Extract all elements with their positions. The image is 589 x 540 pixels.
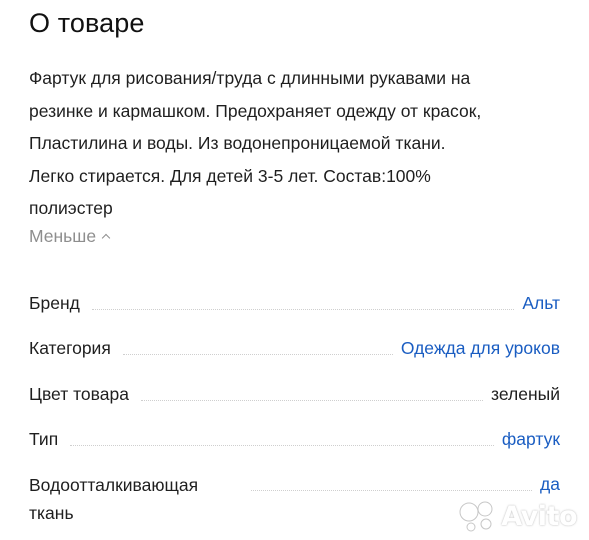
show-less-toggle[interactable]: Меньше xyxy=(29,226,111,247)
spec-label: Категория xyxy=(29,338,111,358)
description-line: полиэстер xyxy=(29,198,113,218)
description-line: Фартук для рисования/труда с длинными ру… xyxy=(29,68,471,88)
spec-row-type: Тип фартук xyxy=(29,410,560,456)
spec-row-color: Цвет товара зеленый xyxy=(29,364,560,410)
watermark-text: Avito xyxy=(501,500,577,532)
description-line: резинке и кармашком. Предохраняет одежду… xyxy=(29,100,482,121)
dotted-leader xyxy=(70,445,494,446)
spec-label: Тип xyxy=(29,429,59,449)
specs-list: Бренд Альт Категория Одежда для уроков Ц… xyxy=(29,273,560,524)
show-less-label: Меньше xyxy=(29,226,97,246)
spec-row-brand: Бренд Альт xyxy=(29,273,560,319)
spec-label: Цвет товара xyxy=(29,383,129,404)
avito-logo-icon xyxy=(459,501,493,532)
spec-label: Водоотталкивающая ткань xyxy=(29,475,199,523)
product-description: Фартук для рисования/труда с длинными ру… xyxy=(29,62,574,225)
spec-value-link[interactable]: фартук xyxy=(502,426,560,455)
avito-watermark: Avito xyxy=(457,500,577,532)
product-about-section: О товаре Фартук для рисования/труда с дл… xyxy=(0,0,589,540)
dotted-leader xyxy=(251,490,533,491)
section-title: О товаре xyxy=(29,8,145,38)
spec-value-link[interactable]: да xyxy=(540,471,560,500)
spec-value: зеленый xyxy=(491,383,560,404)
chevron-up-icon xyxy=(101,233,111,243)
spec-row-category: Категория Одежда для уроков xyxy=(29,319,560,365)
dotted-leader xyxy=(91,308,515,310)
spec-value-link[interactable]: Одежда для уроков xyxy=(401,335,560,364)
description-line: Легко стирается. Для детей 3-5 лет. Сост… xyxy=(29,165,431,186)
spec-label: Бренд xyxy=(29,292,80,313)
spec-value-link[interactable]: Альт xyxy=(522,290,560,319)
description-line: Пластилина и воды. Из водонепроницаемой … xyxy=(29,133,446,153)
dotted-leader xyxy=(122,354,393,355)
dotted-leader xyxy=(140,399,484,401)
